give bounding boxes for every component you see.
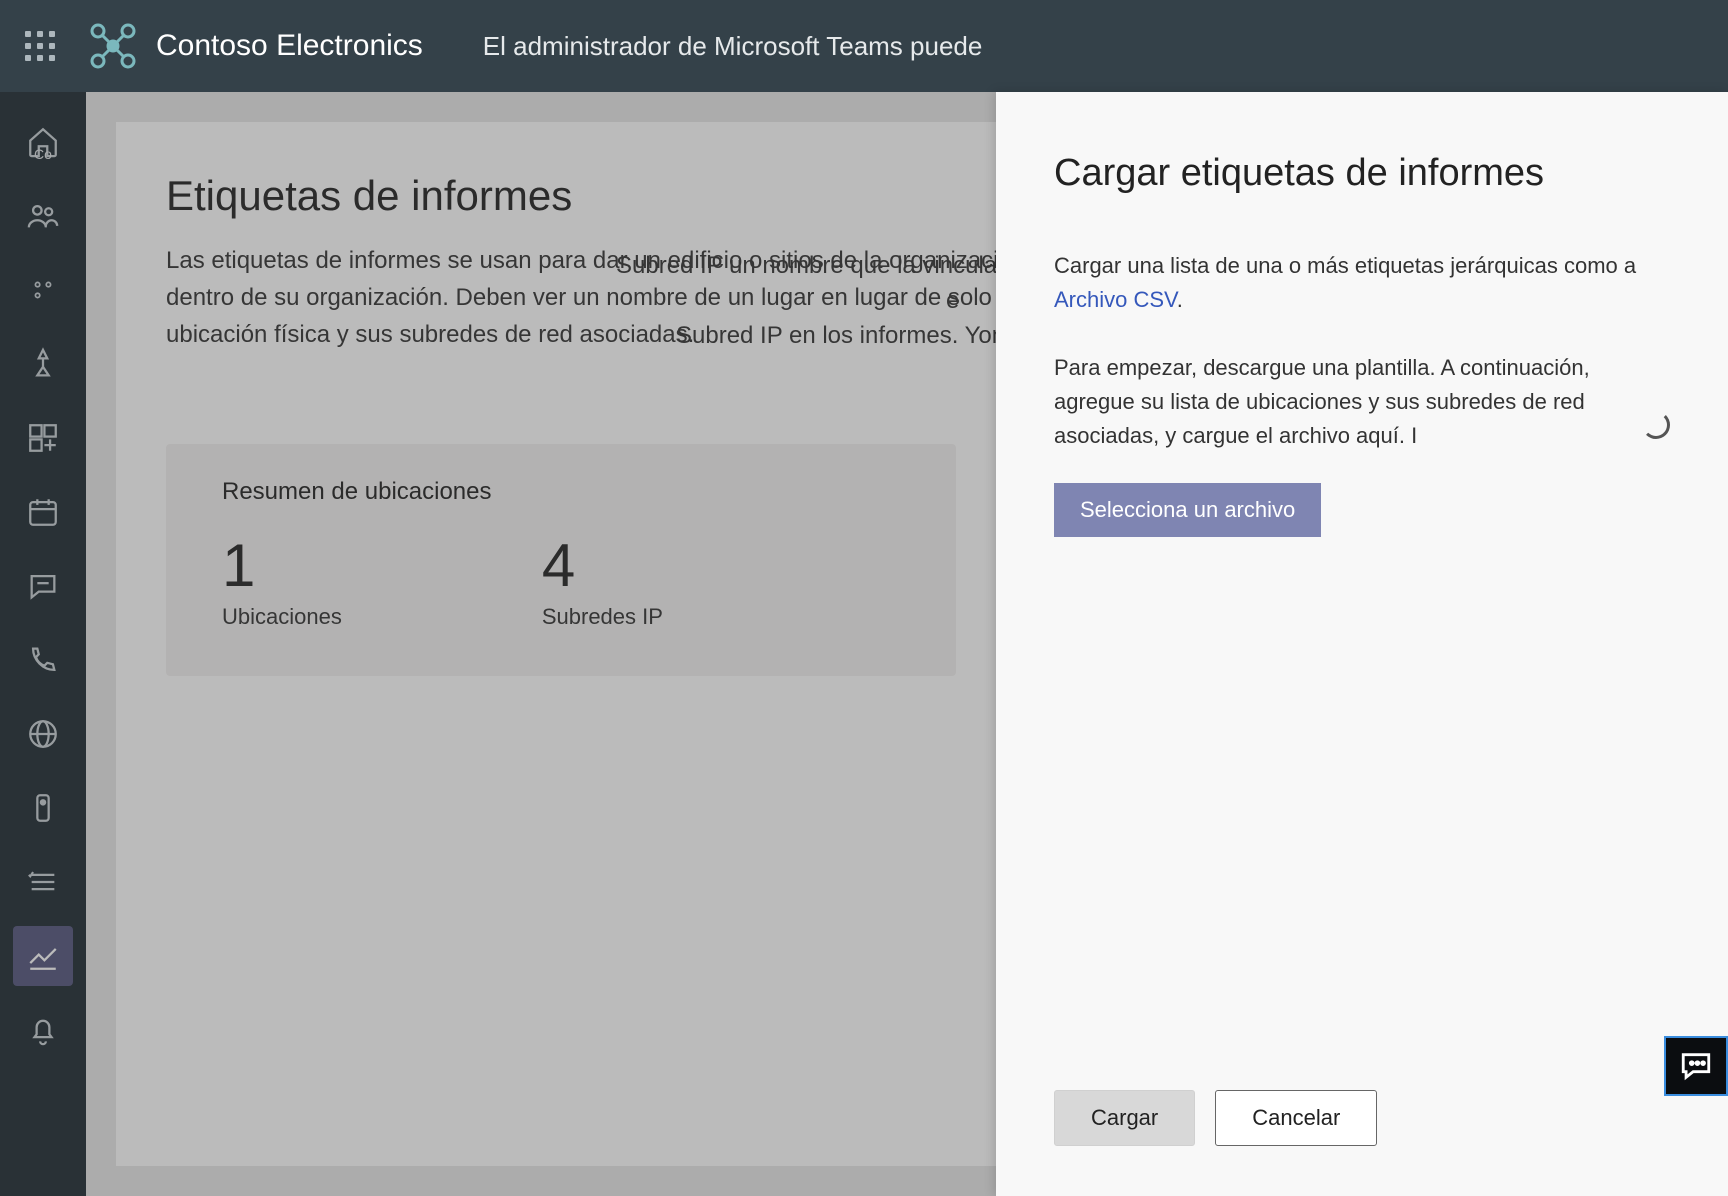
org-name: Contoso Electronics	[156, 29, 423, 63]
header-description: El administrador de Microsoft Teams pued…	[483, 31, 983, 62]
drone-logo-icon	[88, 21, 138, 71]
upload-panel: Cargar etiquetas de informes Cargar una …	[996, 92, 1728, 1196]
feedback-button[interactable]	[1664, 1036, 1728, 1096]
panel-text-2: Para empezar, descargue una plantilla. A…	[1054, 351, 1622, 453]
top-bar: Contoso Electronics El administrador de …	[0, 0, 1728, 92]
panel-text-1-post: .	[1177, 287, 1183, 312]
csv-file-link[interactable]: Archivo CSV	[1054, 287, 1177, 312]
panel-footer: Cargar Cancelar	[996, 1060, 1728, 1196]
panel-text-1: Cargar una lista de una o más etiquetas …	[1054, 249, 1670, 317]
loading-spinner-icon	[1642, 411, 1670, 439]
cancel-button[interactable]: Cancelar	[1215, 1090, 1377, 1146]
panel-title: Cargar etiquetas de informes	[1054, 152, 1670, 195]
panel-text-1-pre: Cargar una lista de una o más etiquetas …	[1054, 253, 1636, 278]
app-launcher-icon[interactable]	[20, 26, 60, 66]
chat-bubble-icon	[1679, 1049, 1713, 1083]
select-file-button[interactable]: Selecciona un archivo	[1054, 483, 1321, 537]
upload-button[interactable]: Cargar	[1054, 1090, 1195, 1146]
